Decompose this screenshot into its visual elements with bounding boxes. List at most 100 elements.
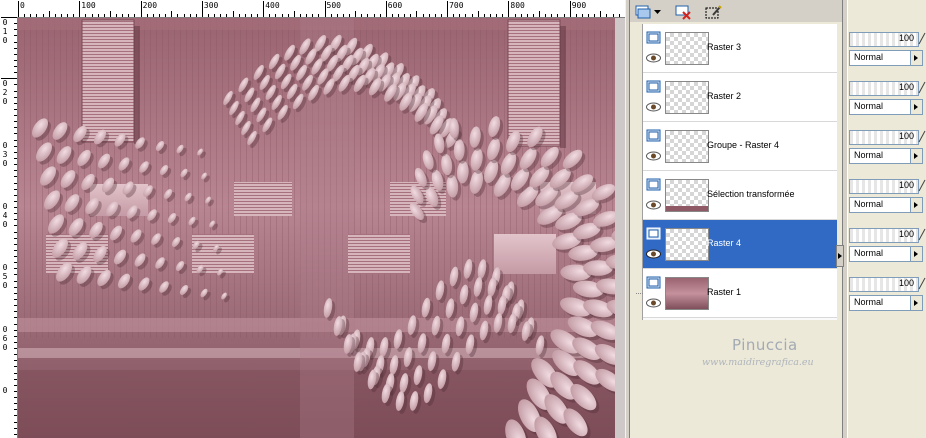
- ruler-label: 0: [2, 342, 8, 352]
- layer-properties-selection-transformed: 100 Normal: [848, 171, 926, 219]
- ruler-label: 2: [2, 88, 8, 98]
- canvas-artwork: [18, 18, 625, 438]
- opacity-value: 100: [898, 131, 914, 141]
- visibility-eye-icon[interactable]: [646, 102, 661, 112]
- ruler-label: 0: [2, 201, 8, 211]
- blend-mode-dropdown[interactable]: Normal: [849, 50, 923, 66]
- raster-layer-icon: [646, 31, 661, 44]
- layer-name: Raster 3: [707, 42, 742, 52]
- blend-mode-value: Normal: [854, 52, 884, 62]
- layer-properties-raster-2: 100 Normal: [848, 73, 926, 121]
- ruler-label: 0: [2, 97, 8, 107]
- collapse-toggle[interactable]: [836, 245, 844, 267]
- visibility-eye-icon[interactable]: [646, 249, 661, 259]
- raster-layer-icon: [646, 80, 661, 93]
- canvas-scrollbar[interactable]: [615, 18, 625, 438]
- ruler-label: 0: [2, 158, 8, 168]
- ruler-label: 0: [2, 18, 8, 27]
- layers-palette: Raster 3 Raster 2 Groupe - Raster 4 Séle…: [630, 0, 842, 438]
- lock-transparency-icon[interactable]: [918, 32, 926, 45]
- layer-row-raster-3[interactable]: Raster 3: [643, 24, 837, 73]
- layer-thumbnail: [665, 228, 709, 261]
- opacity-value: 100: [898, 82, 914, 92]
- ruler-label: 0: [2, 36, 8, 45]
- visibility-eye-icon[interactable]: [646, 200, 661, 210]
- ruler-label: 100: [81, 1, 96, 10]
- blend-mode-value: Normal: [854, 199, 884, 209]
- visibility-eye-icon[interactable]: [646, 53, 661, 63]
- edit-mask-icon: [705, 4, 722, 18]
- new-layer-button[interactable]: [632, 2, 654, 22]
- dropdown-arrow-icon: [910, 149, 922, 163]
- ruler-label: 800: [510, 1, 525, 10]
- dropdown-arrow-icon: [910, 51, 922, 65]
- dropdown-arrow-icon: [910, 198, 922, 212]
- layer-name: Sélection transformée: [707, 189, 795, 199]
- dropdown-arrow-icon: [910, 247, 922, 261]
- blend-mode-dropdown[interactable]: Normal: [849, 148, 923, 164]
- blend-mode-value: Normal: [854, 150, 884, 160]
- opacity-value: 100: [898, 278, 914, 288]
- layer-list: Raster 3 Raster 2 Groupe - Raster 4 Séle…: [636, 24, 837, 320]
- blend-mode-value: Normal: [854, 248, 884, 258]
- ruler-label: 0: [2, 79, 8, 89]
- ruler-label: 0: [2, 140, 8, 150]
- lock-transparency-icon[interactable]: [918, 277, 926, 290]
- ruler-label: 900: [571, 1, 587, 10]
- blend-mode-dropdown[interactable]: Normal: [849, 197, 923, 213]
- raster-layer-icon: [646, 227, 661, 240]
- watermark-url: www.maidiregrafica.eu: [702, 357, 814, 368]
- raster-layer-icon: [646, 178, 661, 191]
- layer-row-raster-1[interactable]: Raster 1: [636, 269, 837, 318]
- ruler-label: 3: [2, 149, 8, 159]
- layer-thumbnail: [665, 179, 709, 212]
- layer-properties-raster-3: 100 Normal: [848, 24, 926, 72]
- delete-layer-button[interactable]: [672, 2, 694, 22]
- blend-mode-dropdown[interactable]: Normal: [849, 99, 923, 115]
- layers-toolbar: [630, 0, 842, 22]
- visibility-eye-icon[interactable]: [646, 151, 661, 161]
- ruler-label: 600: [387, 1, 403, 10]
- layer-row-selection-transformed[interactable]: Sélection transformée: [643, 171, 837, 220]
- image-canvas[interactable]: [18, 18, 625, 438]
- ruler-label: 200: [142, 1, 158, 10]
- raster-layer-icon: [646, 276, 661, 289]
- opacity-slider[interactable]: 100: [849, 179, 919, 194]
- layer-properties-raster-1: 100 Normal: [848, 269, 926, 317]
- blend-mode-dropdown[interactable]: Normal: [849, 246, 923, 262]
- opacity-value: 100: [898, 229, 914, 239]
- layer-name: Raster 1: [707, 287, 742, 297]
- tree-connector: [636, 293, 643, 294]
- opacity-slider[interactable]: 100: [849, 81, 919, 96]
- ruler-label: 0: [20, 1, 25, 10]
- layer-thumbnail: [665, 32, 709, 65]
- opacity-slider[interactable]: 100: [849, 277, 919, 292]
- opacity-slider[interactable]: 100: [849, 32, 919, 47]
- group-layer-icon: [646, 129, 661, 142]
- layer-row-group-raster-4[interactable]: Groupe - Raster 4: [643, 122, 837, 171]
- visibility-eye-icon[interactable]: [646, 298, 661, 308]
- ruler-label: 500: [326, 1, 341, 10]
- horizontal-ruler: 0 100 200 300 400 500 600 700 800 900: [0, 0, 625, 18]
- new-layer-dropdown[interactable]: [652, 2, 663, 22]
- layer-row-raster-4[interactable]: Raster 4: [643, 220, 837, 269]
- layer-properties-raster-4: 100 Normal: [848, 220, 926, 268]
- ruler-label: 0: [2, 385, 8, 395]
- opacity-slider[interactable]: 100: [849, 130, 919, 145]
- opacity-slider[interactable]: 100: [849, 228, 919, 243]
- blend-mode-dropdown[interactable]: Normal: [849, 295, 923, 311]
- layer-row-raster-2[interactable]: Raster 2: [643, 73, 837, 122]
- lock-transparency-icon[interactable]: [918, 81, 926, 94]
- lock-transparency-icon[interactable]: [918, 179, 926, 192]
- layer-name: Groupe - Raster 4: [707, 140, 780, 150]
- ruler-label: 700: [449, 1, 464, 10]
- ruler-label: 5: [2, 272, 8, 282]
- layer-properties-column: 100 Normal 100 Normal 100 Normal 100 Nor…: [848, 0, 926, 438]
- layer-name: Raster 2: [707, 91, 742, 101]
- edit-mask-button[interactable]: [702, 2, 724, 22]
- vertical-ruler: 0100200300400500600: [0, 17, 18, 438]
- lock-transparency-icon[interactable]: [918, 228, 926, 241]
- delete-layer-icon: [675, 5, 691, 20]
- lock-transparency-icon[interactable]: [918, 130, 926, 143]
- dropdown-arrow-icon: [910, 296, 922, 310]
